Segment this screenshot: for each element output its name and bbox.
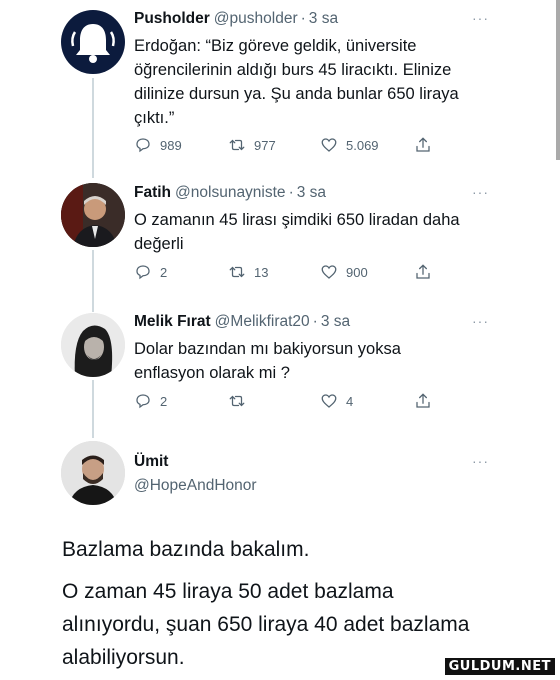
retweet-icon [229,266,245,278]
author-name[interactable]: Ümit [134,453,168,470]
profile-photo-icon [61,441,125,505]
tweet-header: Melik Fırat @Melikfirat20 · 3 sa [134,313,350,331]
tweet-header: Pusholder @pusholder · 3 sa [134,10,338,28]
share-button[interactable] [414,136,432,154]
reply-count: 2 [160,264,168,280]
like-icon [321,265,337,279]
share-button[interactable] [414,392,432,410]
like-button[interactable]: 900 [320,263,368,281]
tweet-text: O zaman 45 liraya 50 adet bazlama alınıy… [62,580,470,669]
author-name[interactable]: Melik Fırat [134,313,211,330]
share-icon [416,393,430,408]
tweet-actions: 989 977 5.069 [134,136,444,160]
thread-line [92,380,94,438]
like-button[interactable]: 4 [320,392,353,410]
tweet-text: Bazlama bazında bakalım. [62,538,310,561]
bell-icon [71,24,115,63]
tweet-header: @HopeAndHonor [134,477,257,495]
author-handle[interactable]: @Melikfirat20 [215,313,310,330]
separator: · [312,313,318,330]
retweet-count: 13 [254,264,269,280]
author-name[interactable]: Fatih [134,184,171,201]
tweet-header: Ümit [134,453,168,471]
avatar[interactable] [61,10,125,74]
tweet-text: O zamanın 45 lirası şimdiki 650 liradan … [134,211,460,253]
more-options-icon[interactable]: ··· [472,10,489,26]
reply-icon [136,265,150,280]
share-icon [416,137,430,152]
timestamp[interactable]: 3 sa [309,10,338,27]
separator: · [288,184,294,201]
author-name[interactable]: Pusholder [134,10,210,27]
more-options-icon[interactable]: ··· [472,313,489,329]
watermark-logo: GULDUM.NET [443,657,556,676]
profile-photo-icon [61,313,125,377]
like-count: 4 [346,393,354,409]
avatar[interactable] [61,313,125,377]
tweet-actions: 2 13 900 [134,263,444,287]
retweet-button[interactable]: 13 [228,263,268,281]
timestamp[interactable]: 3 sa [297,184,326,201]
reply-button[interactable]: 2 [134,392,167,410]
more-options-icon[interactable]: ··· [472,453,489,469]
reply-count: 2 [160,393,168,409]
tweet-actions: 2 4 [134,392,444,416]
scrollbar[interactable] [556,0,560,160]
retweet-button[interactable]: 977 [228,136,276,154]
like-button[interactable]: 5.069 [320,136,379,154]
like-count: 5.069 [346,137,379,153]
reply-button[interactable]: 989 [134,136,182,154]
retweet-icon [229,139,245,151]
tweet-header: Fatih @nolsunayniste · 3 sa [134,184,326,202]
thread-line [92,78,94,178]
retweet-count: 977 [254,137,276,153]
like-icon [321,394,337,408]
more-options-icon[interactable]: ··· [472,184,489,200]
retweet-button[interactable] [228,392,254,410]
author-handle[interactable]: @pusholder [214,10,298,27]
share-button[interactable] [414,263,432,281]
avatar[interactable] [61,183,125,247]
timestamp[interactable]: 3 sa [321,313,350,330]
profile-photo-icon [61,183,125,247]
reply-button[interactable]: 2 [134,263,167,281]
tweet-text: Erdoğan: “Biz göreve geldik, üniversite … [134,37,459,127]
tweet-text: Dolar bazından mı bakiyorsun yoksa enfla… [134,340,401,382]
like-count: 900 [346,264,368,280]
reply-icon [136,394,150,409]
thread-line [92,250,94,312]
author-handle[interactable]: @nolsunayniste [175,184,286,201]
share-icon [416,264,430,279]
reply-icon [136,138,150,153]
reply-count: 989 [160,137,182,153]
separator: · [300,10,306,27]
retweet-icon [229,395,245,407]
like-icon [321,138,337,152]
avatar[interactable] [61,441,125,505]
author-handle[interactable]: @HopeAndHonor [134,477,257,494]
